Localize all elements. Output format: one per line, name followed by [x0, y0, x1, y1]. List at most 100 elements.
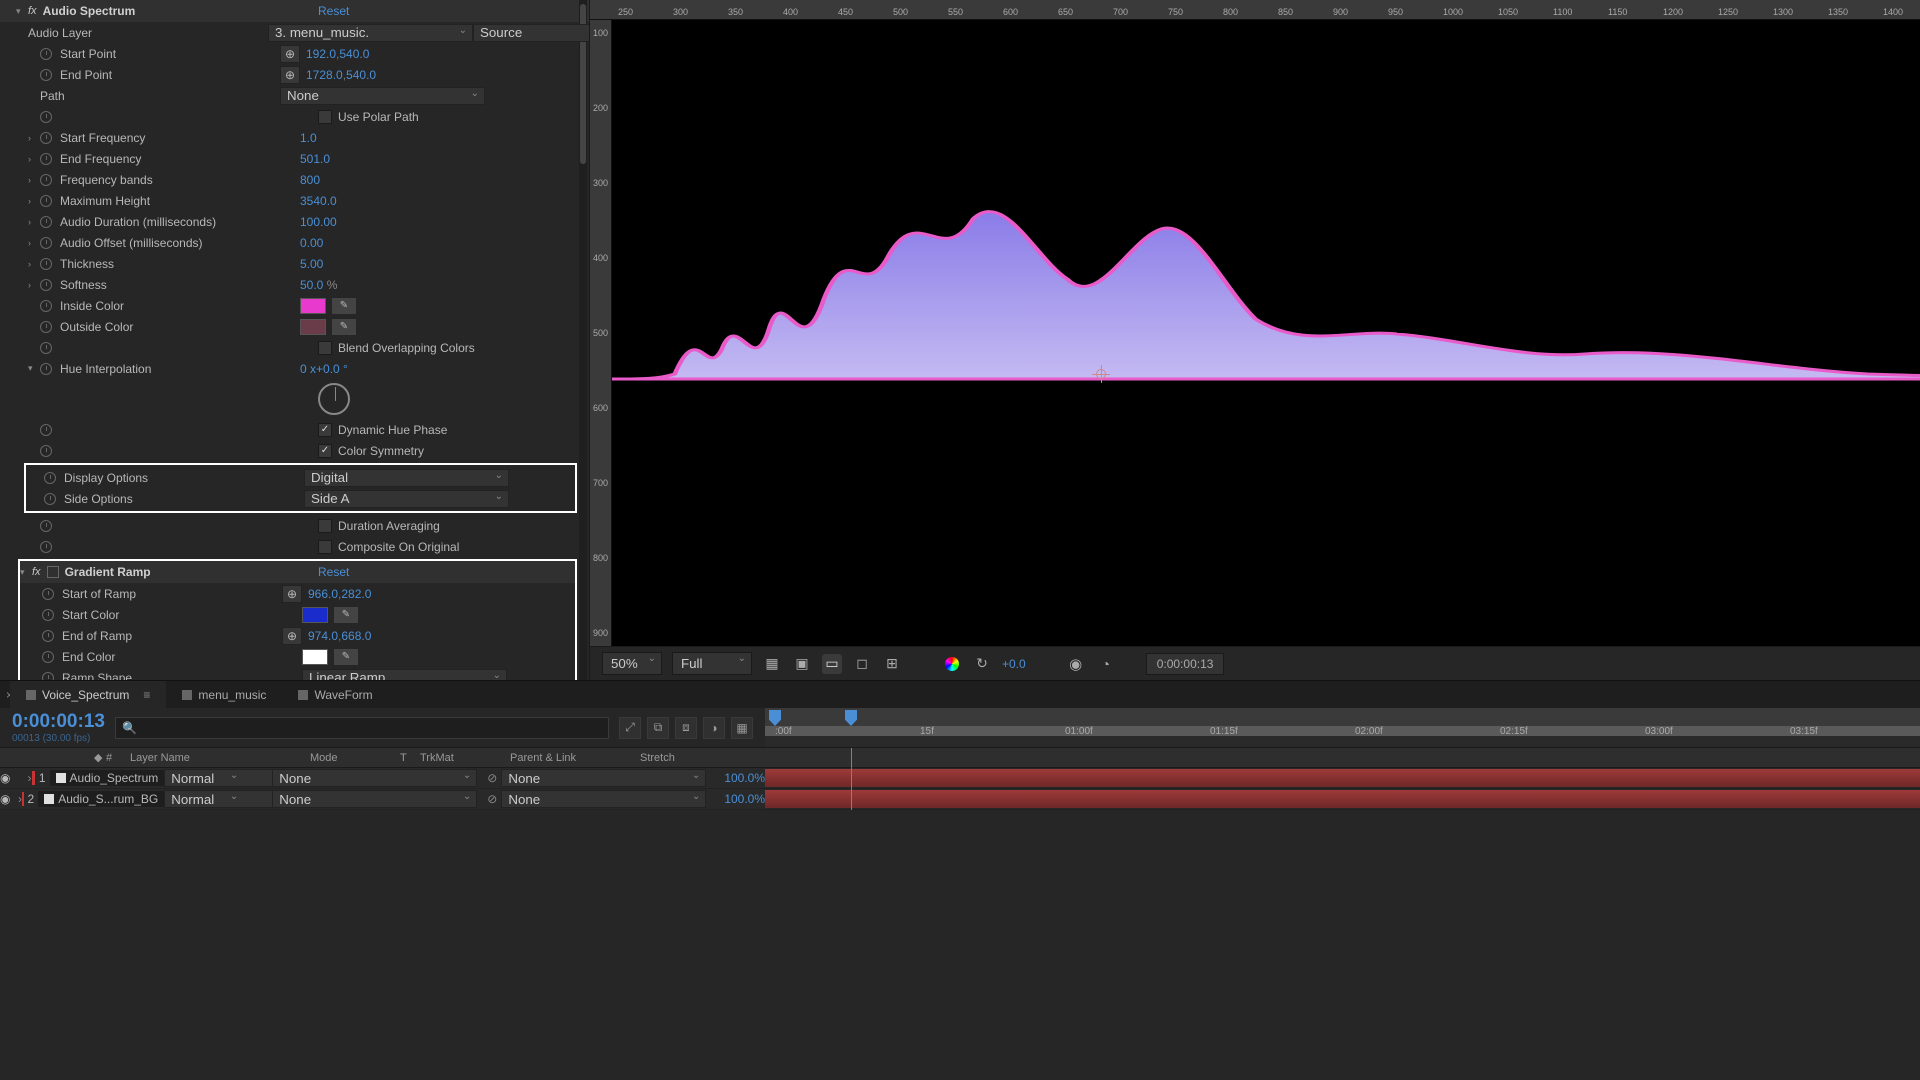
- softness-value[interactable]: 50.0: [300, 278, 337, 292]
- start-color-swatch[interactable]: [302, 607, 328, 623]
- stopwatch-icon[interactable]: [44, 472, 56, 484]
- pickwhip-icon[interactable]: ⊘: [487, 792, 497, 806]
- color-symmetry-checkbox[interactable]: ✓: [318, 444, 332, 458]
- trkmat-dropdown[interactable]: [272, 769, 477, 787]
- stopwatch-icon[interactable]: [40, 174, 52, 186]
- playhead-indicator[interactable]: [845, 710, 857, 726]
- snapshot-icon[interactable]: ◉: [1066, 654, 1086, 674]
- ramp-shape-dropdown[interactable]: [302, 669, 507, 681]
- thickness-value[interactable]: 5.00: [300, 257, 323, 271]
- effect-controls-panel[interactable]: ▾ fx Audio Spectrum Reset Audio Layer St…: [0, 0, 590, 680]
- stopwatch-icon[interactable]: [40, 445, 52, 457]
- timeline-tracks[interactable]: [765, 748, 1920, 810]
- end-ramp-x[interactable]: 974.0: [308, 629, 338, 643]
- layer-row[interactable]: ◉›2Audio_S...rum_BG⊘100.0%: [0, 789, 765, 810]
- max-height-value[interactable]: 3540.0: [300, 194, 337, 208]
- layer-track-bar[interactable]: [765, 769, 1920, 787]
- layer-row[interactable]: ◉›1Audio_Spectrum⊘100.0%: [0, 768, 765, 789]
- crosshair-icon[interactable]: ⊕: [282, 585, 302, 603]
- shy-icon[interactable]: ⧈: [675, 717, 697, 739]
- parent-dropdown[interactable]: [501, 790, 706, 808]
- stopwatch-icon[interactable]: [40, 279, 52, 291]
- polar-path-checkbox[interactable]: [318, 110, 332, 124]
- parent-dropdown[interactable]: [501, 769, 706, 787]
- comp-flowchart-icon[interactable]: ⤢: [619, 717, 641, 739]
- layer-track-bar[interactable]: [765, 790, 1920, 808]
- eyedropper-icon[interactable]: ✎: [332, 319, 356, 335]
- start-freq-value[interactable]: 1.0: [300, 131, 317, 145]
- zoom-dropdown[interactable]: [602, 652, 662, 675]
- stopwatch-icon[interactable]: [40, 69, 52, 81]
- stopwatch-icon[interactable]: [42, 609, 54, 621]
- close-tab-icon[interactable]: ×: [0, 688, 10, 702]
- path-dropdown[interactable]: [280, 87, 485, 105]
- grid-icon[interactable]: ⊞: [882, 654, 902, 674]
- outside-color-swatch[interactable]: [300, 319, 326, 335]
- stopwatch-icon[interactable]: [40, 258, 52, 270]
- label-column-icon[interactable]: ◆: [90, 751, 102, 764]
- stopwatch-icon[interactable]: [40, 541, 52, 553]
- channel-icon[interactable]: [942, 654, 962, 674]
- stopwatch-icon[interactable]: [40, 300, 52, 312]
- playhead-line[interactable]: [851, 748, 852, 810]
- trkmat-dropdown[interactable]: [272, 790, 477, 808]
- eyedropper-icon[interactable]: ✎: [334, 649, 358, 665]
- inside-color-swatch[interactable]: [300, 298, 326, 314]
- end-ramp-y[interactable]: 668.0: [341, 629, 371, 643]
- audio-layer-dropdown[interactable]: [268, 24, 473, 42]
- audio-duration-value[interactable]: 100.00: [300, 215, 337, 229]
- eyedropper-icon[interactable]: ✎: [332, 298, 356, 314]
- blend-checkbox[interactable]: [318, 341, 332, 355]
- ruler-horizontal[interactable]: 2503003504004505005506006507007508008509…: [590, 0, 1920, 20]
- stopwatch-icon[interactable]: [40, 111, 52, 123]
- end-point-x[interactable]: 1728.0: [306, 68, 343, 82]
- eyedropper-icon[interactable]: ✎: [334, 607, 358, 623]
- hue-interp-value[interactable]: 0 x+0.0 °: [300, 362, 348, 376]
- roi-icon[interactable]: ▣: [792, 654, 812, 674]
- crosshair-icon[interactable]: ⊕: [282, 627, 302, 645]
- work-area-bar[interactable]: [765, 726, 1920, 736]
- hue-dial[interactable]: [318, 383, 350, 415]
- visibility-icon[interactable]: ◉: [0, 771, 10, 785]
- timeline-timecode[interactable]: 0:00:00:13: [12, 711, 105, 732]
- stopwatch-icon[interactable]: [40, 216, 52, 228]
- motion-blur-icon[interactable]: ▦: [731, 717, 753, 739]
- ruler-vertical[interactable]: 100200300400500600700800900: [590, 20, 612, 646]
- stopwatch-icon[interactable]: [44, 493, 56, 505]
- crosshair-icon[interactable]: ⊕: [280, 66, 300, 84]
- reset-link[interactable]: Reset: [318, 4, 349, 18]
- effect-header-gradient-ramp[interactable]: ▾ fx Gradient Ramp Reset: [20, 561, 575, 583]
- dynamic-hue-checkbox[interactable]: ✓: [318, 423, 332, 437]
- stopwatch-icon[interactable]: [42, 588, 54, 600]
- reset-exposure-icon[interactable]: ↻: [972, 654, 992, 674]
- end-point-y[interactable]: 540.0: [346, 68, 376, 82]
- visibility-icon[interactable]: ◉: [0, 792, 10, 806]
- anchor-point-icon[interactable]: [1092, 365, 1110, 383]
- end-freq-value[interactable]: 501.0: [300, 152, 330, 166]
- start-ramp-x[interactable]: 966.0: [308, 587, 338, 601]
- fx-box-icon[interactable]: [47, 566, 59, 578]
- start-point-y[interactable]: 540.0: [339, 47, 369, 61]
- frame-blend-icon[interactable]: ◑: [703, 717, 725, 739]
- stopwatch-icon[interactable]: [42, 651, 54, 663]
- stopwatch-icon[interactable]: [40, 342, 52, 354]
- end-color-swatch[interactable]: [302, 649, 328, 665]
- start-point-x[interactable]: 192.0: [306, 47, 336, 61]
- time-ruler[interactable]: :00f15f01:00f01:15f02:00f02:15f03:00f03:…: [765, 708, 1920, 736]
- stopwatch-icon[interactable]: [40, 363, 52, 375]
- draft3d-icon[interactable]: ⧉: [647, 717, 669, 739]
- search-input[interactable]: 🔍: [115, 717, 609, 739]
- display-options-dropdown[interactable]: [304, 469, 509, 487]
- stretch-value[interactable]: 100.0%: [724, 792, 765, 806]
- comporig-checkbox[interactable]: [318, 540, 332, 554]
- show-snapshot-icon[interactable]: ◔: [1096, 654, 1116, 674]
- stopwatch-icon[interactable]: [40, 195, 52, 207]
- exposure-value[interactable]: +0.0: [1002, 657, 1026, 671]
- stopwatch-icon[interactable]: [40, 48, 52, 60]
- effect-header-audio-spectrum[interactable]: ▾ fx Audio Spectrum Reset: [0, 0, 589, 22]
- layer-name[interactable]: Audio_S...rum_BG: [38, 791, 164, 807]
- start-ramp-y[interactable]: 282.0: [341, 587, 371, 601]
- duravg-checkbox[interactable]: [318, 519, 332, 533]
- comp-tab[interactable]: menu_music: [166, 681, 282, 709]
- side-options-dropdown[interactable]: [304, 490, 509, 508]
